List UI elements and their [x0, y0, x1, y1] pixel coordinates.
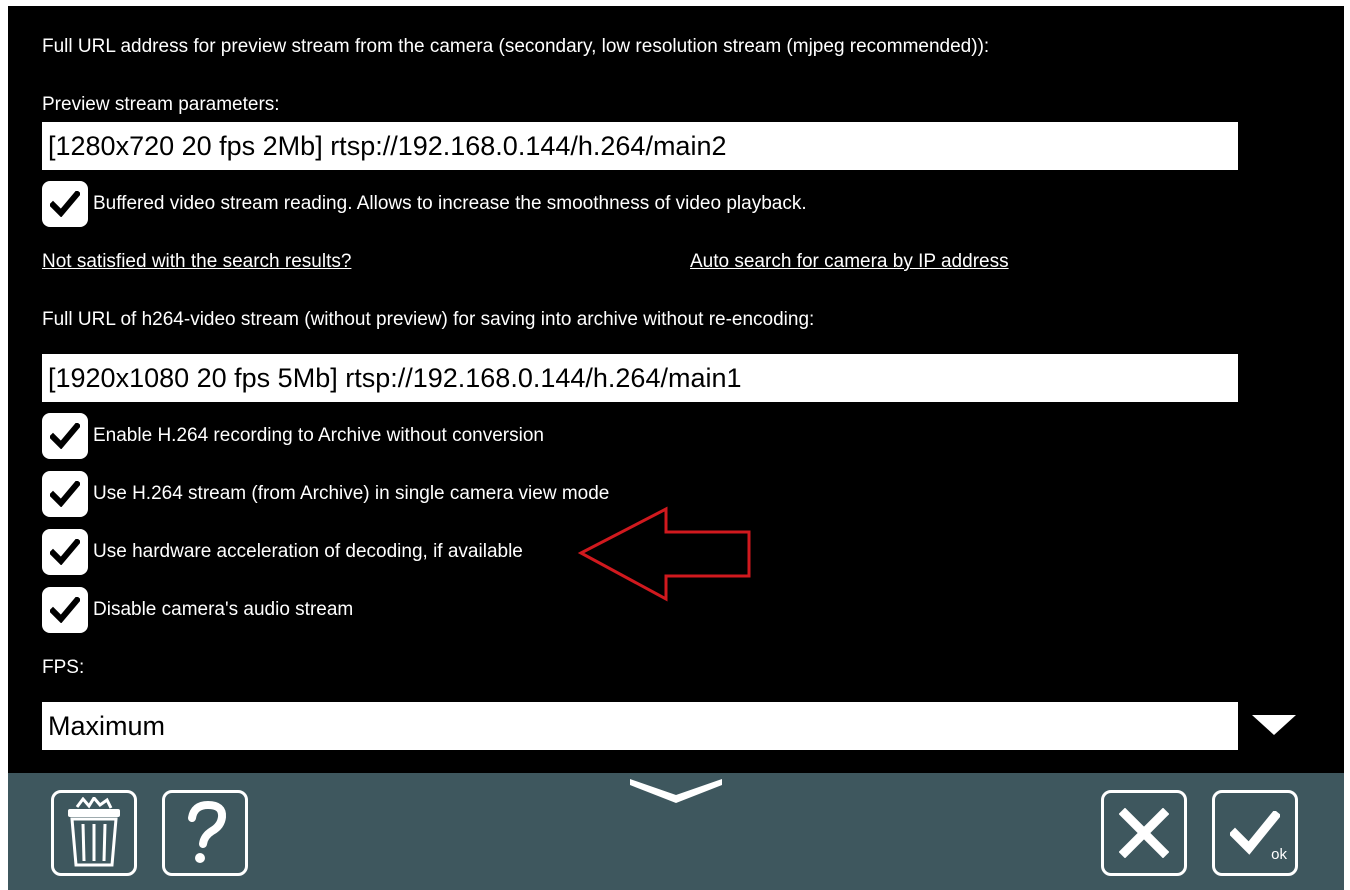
disable-audio-option[interactable]: Disable camera's audio stream — [42, 587, 353, 633]
dropdown-arrow-icon[interactable] — [1252, 715, 1296, 735]
h264-url-input[interactable]: [1920x1080 20 fps 5Mb] rtsp://192.168.0.… — [42, 354, 1238, 402]
bottom-toolbar: ok — [8, 773, 1344, 890]
preview-url-label: Full URL address for preview stream from… — [42, 36, 990, 57]
h264-recording-label: Enable H.264 recording to Archive withou… — [93, 425, 544, 446]
h264-single-view-checkbox[interactable] — [42, 471, 88, 517]
not-satisfied-link[interactable]: Not satisfied with the search results? — [42, 251, 351, 273]
h264-recording-option[interactable]: Enable H.264 recording to Archive withou… — [42, 413, 544, 459]
ok-sublabel: ok — [1271, 846, 1287, 863]
preview-params-label: Preview stream parameters: — [42, 94, 280, 115]
annotation-arrow-icon — [577, 506, 751, 602]
fps-label: FPS: — [42, 657, 85, 678]
ok-button[interactable]: ok — [1212, 790, 1298, 876]
help-icon — [188, 800, 227, 863]
checkmark-icon — [50, 423, 80, 449]
buffered-reading-label: Buffered video stream reading. Allows to… — [93, 193, 807, 214]
disable-audio-label: Disable camera's audio stream — [93, 599, 354, 620]
h264-url-label: Full URL of h264-video stream (without p… — [42, 309, 815, 330]
hw-acceleration-checkbox[interactable] — [42, 529, 88, 575]
h264-single-view-option[interactable]: Use H.264 stream (from Archive) in singl… — [42, 471, 609, 517]
buffered-reading-checkbox[interactable] — [42, 181, 88, 227]
checkmark-icon — [50, 597, 80, 623]
disable-audio-checkbox[interactable] — [42, 587, 88, 633]
delete-button[interactable] — [51, 790, 137, 876]
h264-single-view-label: Use H.264 stream (from Archive) in singl… — [93, 483, 610, 504]
checkmark-icon — [50, 539, 80, 565]
checkmark-icon — [50, 481, 80, 507]
close-icon — [1119, 808, 1169, 858]
h264-recording-checkbox[interactable] — [42, 413, 88, 459]
buffered-reading-option[interactable]: Buffered video stream reading. Allows to… — [42, 181, 807, 227]
hw-acceleration-label: Use hardware acceleration of decoding, i… — [93, 541, 523, 562]
help-button[interactable] — [162, 790, 248, 876]
checkmark-icon — [50, 191, 80, 217]
hw-acceleration-option[interactable]: Use hardware acceleration of decoding, i… — [42, 529, 523, 575]
auto-search-link[interactable]: Auto search for camera by IP address — [690, 251, 1009, 273]
preview-params-input[interactable]: [1280x720 20 fps 2Mb] rtsp://192.168.0.1… — [42, 122, 1238, 170]
fps-select[interactable]: Maximum — [42, 702, 1238, 750]
chevron-down-icon[interactable] — [628, 779, 724, 809]
cancel-button[interactable] — [1101, 790, 1187, 876]
trash-icon — [68, 797, 120, 867]
dialog-window: Full URL address for preview stream from… — [0, 0, 1350, 890]
